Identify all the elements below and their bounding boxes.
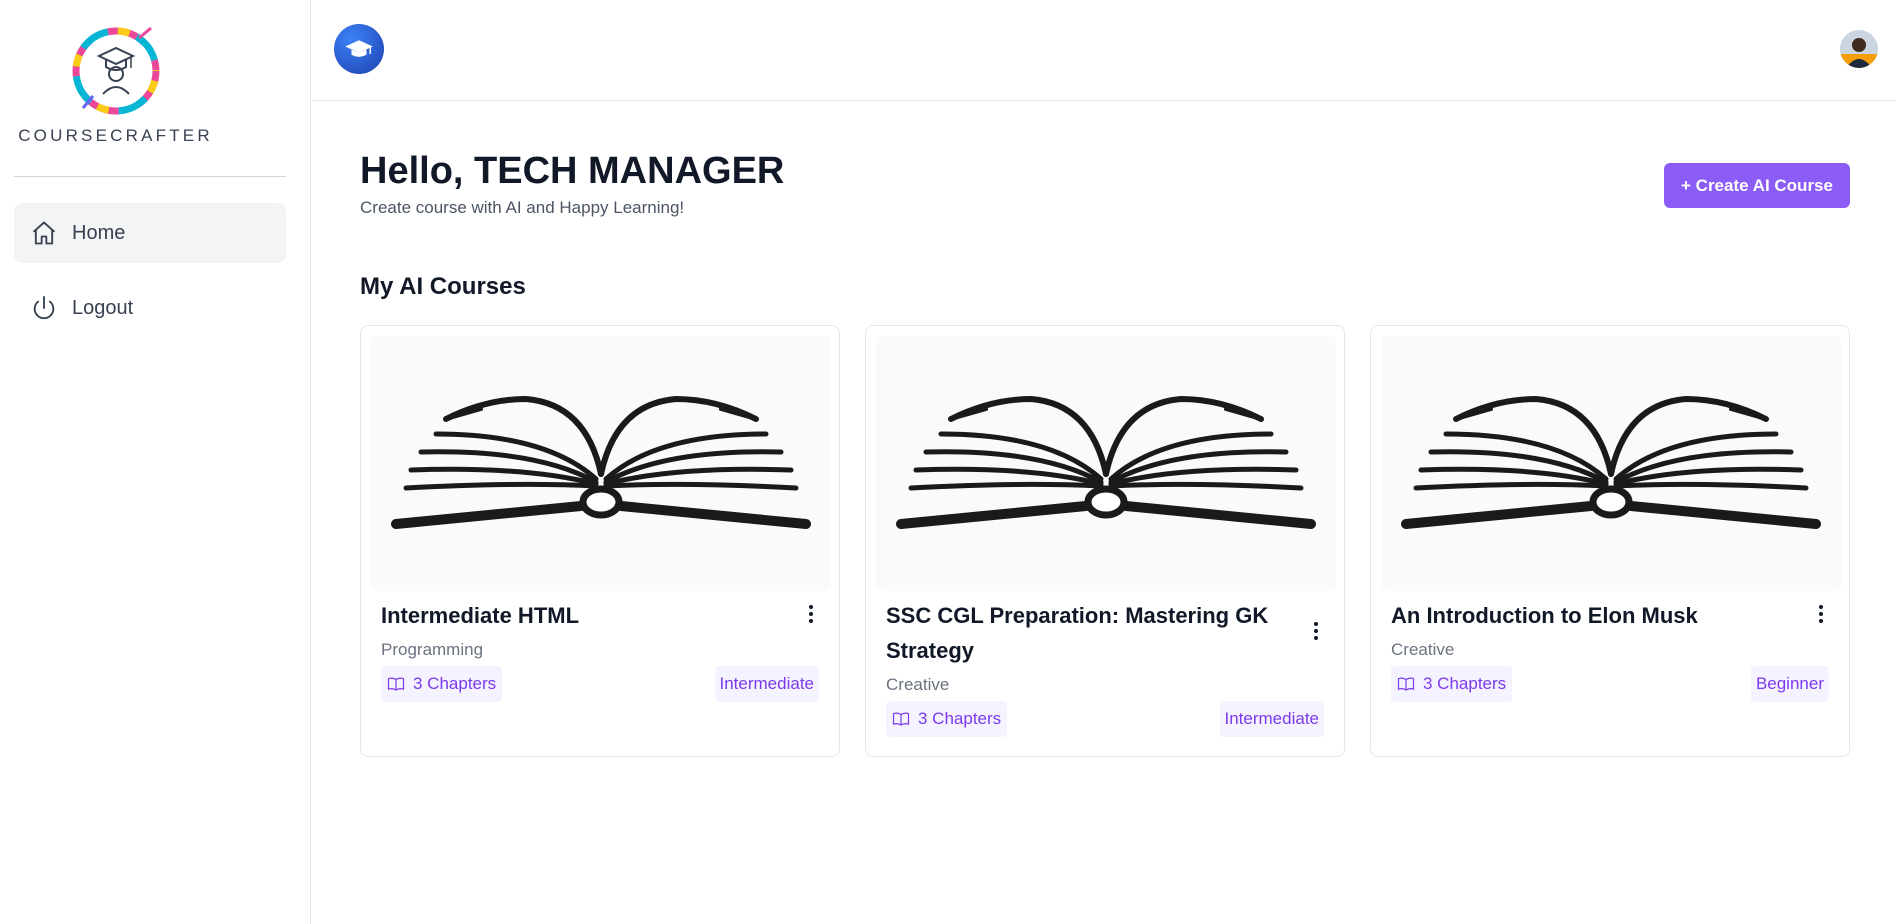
sidebar-item-logout[interactable]: Logout <box>14 278 286 338</box>
book-icon <box>387 677 405 691</box>
graduation-cap-icon <box>345 40 373 57</box>
open-book-icon <box>386 374 816 554</box>
more-options-icon[interactable] <box>803 602 819 626</box>
more-options-icon[interactable] <box>1813 602 1829 626</box>
book-icon <box>892 712 910 726</box>
chapters-badge: 3 Chapters <box>886 701 1008 737</box>
top-header <box>312 0 1896 101</box>
course-thumbnail <box>1381 336 1841 591</box>
header-logo[interactable] <box>334 24 384 74</box>
more-options-icon[interactable] <box>1308 619 1324 643</box>
course-card[interactable]: Intermediate HTML Programming 3 Chapters… <box>360 325 840 757</box>
sidebar-item-label: Home <box>72 221 126 244</box>
graduate-logo-icon <box>72 26 159 115</box>
level-badge: Intermediate <box>1219 701 1324 737</box>
chapters-count: 3 Chapters <box>918 709 1002 728</box>
chapters-count: 3 Chapters <box>413 674 497 693</box>
page-greeting: Hello, TECH MANAGER <box>360 150 784 193</box>
brand-name: COURSECRAFTER <box>18 126 213 145</box>
section-title: My AI Courses <box>360 273 526 300</box>
power-icon <box>33 295 55 320</box>
course-title: SSC CGL Preparation: Mastering GK Strate… <box>886 603 1269 663</box>
course-thumbnail <box>371 336 831 591</box>
open-book-icon <box>891 374 1321 554</box>
chapters-badge: 3 Chapters <box>381 666 503 702</box>
brand-logo[interactable]: COURSECRAFTER <box>0 24 231 146</box>
course-category: Creative <box>886 675 950 694</box>
greeting-prefix: Hello, <box>360 150 464 192</box>
home-icon <box>32 221 56 245</box>
level-badge: Beginner <box>1750 666 1829 702</box>
chapters-count: 3 Chapters <box>1423 674 1507 693</box>
open-book-icon <box>1396 374 1826 554</box>
course-card[interactable]: SSC CGL Preparation: Mastering GK Strate… <box>865 325 1345 757</box>
course-list: Intermediate HTML Programming 3 Chapters… <box>360 325 1850 757</box>
create-ai-course-button[interactable]: + Create AI Course <box>1664 163 1850 208</box>
user-name: TECH MANAGER <box>474 150 785 192</box>
sidebar-item-label: Logout <box>72 296 134 319</box>
sidebar-item-home[interactable]: Home <box>14 203 286 263</box>
book-icon <box>1397 677 1415 691</box>
sidebar: COURSECRAFTER Home Logout <box>0 0 311 924</box>
course-category: Creative <box>1391 640 1455 659</box>
chapters-badge: 3 Chapters <box>1391 666 1513 702</box>
course-title: Intermediate HTML <box>381 603 580 628</box>
course-card[interactable]: An Introduction to Elon Musk Creative 3 … <box>1370 325 1850 757</box>
level-badge: Intermediate <box>714 666 819 702</box>
course-thumbnail <box>876 336 1336 591</box>
avatar-image <box>1840 30 1878 68</box>
course-title: An Introduction to Elon Musk <box>1391 603 1698 628</box>
page-subtitle: Create course with AI and Happy Learning… <box>360 198 685 217</box>
sidebar-divider <box>14 176 286 177</box>
user-avatar[interactable] <box>1840 30 1878 68</box>
course-category: Programming <box>381 640 484 659</box>
